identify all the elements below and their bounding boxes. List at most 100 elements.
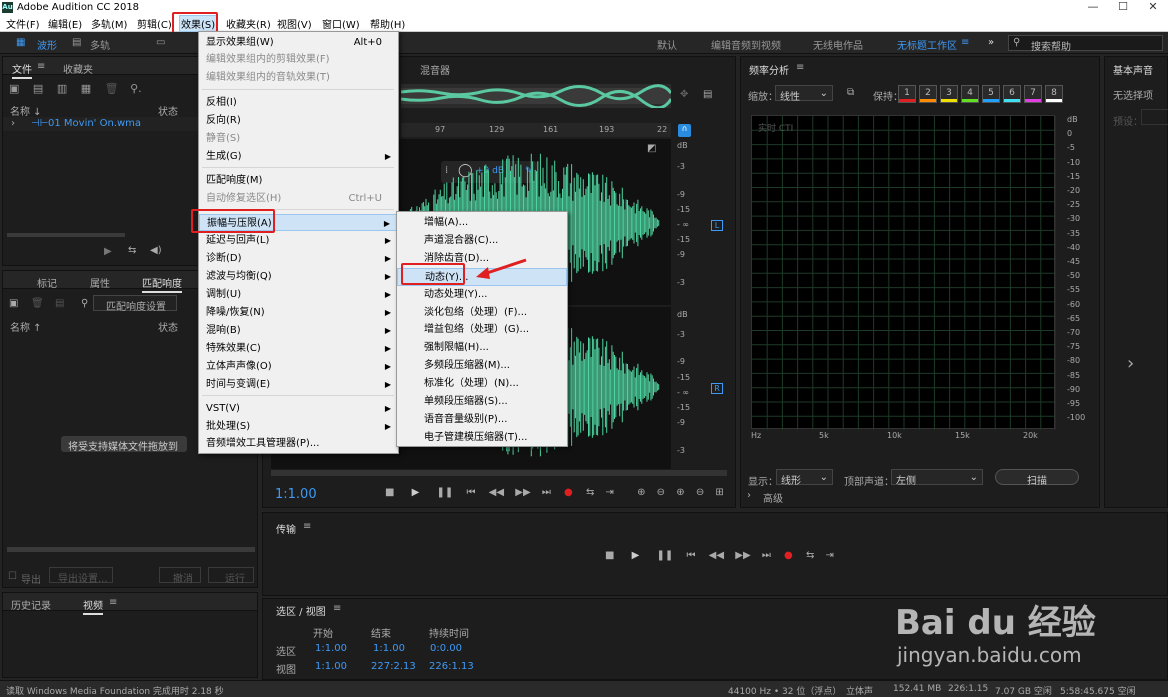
submenu-item[interactable]: 电子管建模压缩器(T)... bbox=[397, 429, 567, 447]
hold-slot-button[interactable]: 2 bbox=[919, 85, 937, 103]
loop-icon-3[interactable]: ⇆ bbox=[806, 550, 814, 561]
display-dropdown[interactable]: 线形 ⌄ bbox=[776, 469, 833, 487]
search-help-field[interactable]: ⚲ 搜索帮助 bbox=[1008, 35, 1163, 53]
col-name-header[interactable]: 名称 ↓ bbox=[10, 103, 42, 118]
maximize-icon[interactable]: ☐ bbox=[1108, 0, 1138, 14]
menu-clip[interactable]: 剪辑(C) bbox=[137, 16, 172, 31]
panel-menu-icon-5[interactable]: ≡ bbox=[333, 603, 341, 614]
stop-icon[interactable]: ■ bbox=[605, 550, 614, 561]
effects-menu-item[interactable]: 延迟与回声(L) ▶ bbox=[199, 232, 399, 249]
effects-menu-item[interactable]: 编辑效果组内的剪辑效果(F) bbox=[199, 51, 399, 68]
time-ruler[interactable]: 97 129 161 193 22 bbox=[401, 123, 671, 137]
zoom-full-icon[interactable]: ⊞ bbox=[715, 487, 723, 498]
run-button[interactable]: 运行 bbox=[208, 567, 254, 585]
view-end[interactable]: 227:2.13 bbox=[371, 661, 416, 672]
go-start-icon[interactable]: ⏮ bbox=[686, 550, 695, 561]
go-end-icon[interactable]: ⏭ bbox=[542, 487, 551, 498]
selection-duration[interactable]: 0:0.00 bbox=[430, 643, 462, 654]
tab-history[interactable]: 历史记录 bbox=[11, 597, 51, 612]
match-settings-button[interactable]: 匹配响度设置 bbox=[93, 295, 177, 313]
menu-favorites[interactable]: 收藏夹(R) bbox=[226, 16, 271, 31]
effects-menu-item[interactable]: 诊断(D) ▶ bbox=[199, 250, 399, 267]
selection-end[interactable]: 1:1.00 bbox=[373, 643, 405, 654]
panel-menu-icon-2[interactable]: ≡ bbox=[109, 597, 117, 608]
panel-menu-icon-4[interactable]: ≡ bbox=[303, 521, 311, 532]
panel-menu-icon[interactable]: ≡ bbox=[37, 61, 45, 72]
pause-icon[interactable]: ❚❚ bbox=[657, 550, 674, 561]
tab-match-loudness[interactable]: 匹配响度 bbox=[142, 275, 182, 293]
pause-icon[interactable]: ❚❚ bbox=[437, 487, 454, 498]
submenu-item[interactable]: 语音音量级别(P)... bbox=[397, 411, 567, 429]
preset-dropdown[interactable] bbox=[1141, 109, 1168, 125]
effects-menu-item[interactable]: 时间与变调(E) ▶ bbox=[199, 376, 399, 393]
capture-icon[interactable]: ⧉ bbox=[847, 87, 854, 98]
col-status-header[interactable]: 状态 bbox=[158, 103, 178, 118]
minimize-icon[interactable]: — bbox=[1078, 0, 1108, 14]
search-files-icon[interactable]: ⚲. bbox=[130, 82, 142, 95]
zoom-icon[interactable]: ✥ bbox=[680, 89, 688, 100]
more-workspaces-icon[interactable]: » bbox=[988, 37, 994, 48]
folder-open-icon[interactable]: ▣ bbox=[9, 82, 19, 95]
workspace-default[interactable]: 默认 bbox=[657, 37, 677, 52]
submenu-item[interactable]: 动态处理(Y)... bbox=[397, 286, 567, 304]
forward-icon[interactable]: ▶▶ bbox=[515, 487, 530, 498]
effects-menu-item[interactable]: 显示效果组(W) Alt+0 bbox=[199, 34, 399, 51]
play-icon-2[interactable]: ▶ bbox=[412, 487, 420, 498]
tab-properties[interactable]: 属性 bbox=[90, 275, 110, 290]
new-file-icon[interactable]: ▥ bbox=[57, 82, 67, 95]
export-settings-button[interactable]: 导出设置... bbox=[49, 567, 113, 585]
col-status-header-2[interactable]: 状态 bbox=[158, 319, 178, 334]
selection-start[interactable]: 1:1.00 bbox=[315, 643, 347, 654]
record-icon[interactable]: ● bbox=[784, 550, 793, 561]
expand-icon[interactable]: › bbox=[11, 118, 15, 129]
effects-menu-item[interactable]: 生成(G) ▶ bbox=[199, 148, 399, 165]
effects-menu-item[interactable]: 调制(U) ▶ bbox=[199, 286, 399, 303]
hold-slot-button[interactable]: 6 bbox=[1003, 85, 1021, 103]
skip-icon[interactable]: ⇥ bbox=[826, 550, 834, 561]
advanced-chevron-icon[interactable]: › bbox=[747, 490, 751, 501]
export-checkbox-icon[interactable]: ☐ bbox=[8, 571, 17, 582]
submenu-item[interactable]: 增幅(A)... bbox=[397, 214, 567, 232]
effects-menu-item[interactable]: 批处理(S) ▶ bbox=[199, 418, 399, 435]
import-icon[interactable]: ▤ bbox=[33, 82, 43, 95]
right-channel-toggle[interactable]: R bbox=[711, 383, 723, 394]
zoom-out-time-icon[interactable]: ⊖ bbox=[696, 487, 704, 498]
effects-menu-item[interactable]: 编辑效果组内的音轨效果(T) bbox=[199, 69, 399, 86]
view-duration[interactable]: 226:1.13 bbox=[429, 661, 474, 672]
hold-slot-button[interactable]: 8 bbox=[1045, 85, 1063, 103]
menu-view[interactable]: 视图(V) bbox=[277, 16, 312, 31]
col-name-header-2[interactable]: 名称 ↑ bbox=[10, 319, 42, 334]
effects-menu-item[interactable]: VST(V) ▶ bbox=[199, 400, 399, 417]
list-icon[interactable]: ▤ bbox=[55, 298, 64, 309]
menu-multitrack[interactable]: 多轨(M) bbox=[91, 16, 127, 31]
go-end-icon[interactable]: ⏭ bbox=[762, 550, 771, 561]
view-start[interactable]: 1:1.00 bbox=[315, 661, 347, 672]
meter-icon[interactable]: ▤ bbox=[703, 89, 712, 100]
submenu-item[interactable]: 标准化（处理）(N)... bbox=[397, 375, 567, 393]
effects-menu-item[interactable]: 静音(S) bbox=[199, 130, 399, 147]
files-scrollbar[interactable] bbox=[7, 233, 125, 237]
monitor-icon[interactable]: ▭ bbox=[156, 37, 165, 48]
effects-menu-item[interactable]: 音频增效工具管理器(P)... bbox=[199, 435, 399, 452]
menu-edit[interactable]: 编辑(E) bbox=[48, 16, 82, 31]
workspace-radio[interactable]: 无线电作品 bbox=[813, 37, 863, 52]
cancel-button[interactable]: 撤消 bbox=[159, 567, 201, 585]
effects-menu-item[interactable]: 反相(I) bbox=[199, 94, 399, 111]
submenu-item[interactable]: 声道混合器(C)... bbox=[397, 232, 567, 250]
headphone-icon[interactable]: ∩ bbox=[678, 124, 691, 137]
submenu-item[interactable]: 多频段压缩器(M)... bbox=[397, 357, 567, 375]
menu-window[interactable]: 窗口(W) bbox=[322, 16, 360, 31]
record-icon[interactable]: ● bbox=[564, 487, 573, 498]
tab-video[interactable]: 视频 bbox=[83, 597, 103, 615]
workspace-video[interactable]: 编辑音频到视频 bbox=[711, 37, 781, 52]
close-icon[interactable]: ✕ bbox=[1138, 0, 1168, 14]
submenu-item[interactable]: 强制限幅(H)... bbox=[397, 339, 567, 357]
effects-menu-item[interactable]: 降噪/恢复(N) ▶ bbox=[199, 304, 399, 321]
hold-slot-button[interactable]: 5 bbox=[982, 85, 1000, 103]
submenu-item[interactable]: 单频段压缩器(S)... bbox=[397, 393, 567, 411]
tab-files[interactable]: 文件 bbox=[12, 61, 32, 79]
hold-slot-button[interactable]: 1 bbox=[898, 85, 916, 103]
zoom-in-amp-icon[interactable]: ⊕ bbox=[637, 487, 645, 498]
play-icon-3[interactable]: ▶ bbox=[632, 550, 640, 561]
scale-dropdown[interactable]: 线性 ⌄ bbox=[775, 85, 833, 103]
